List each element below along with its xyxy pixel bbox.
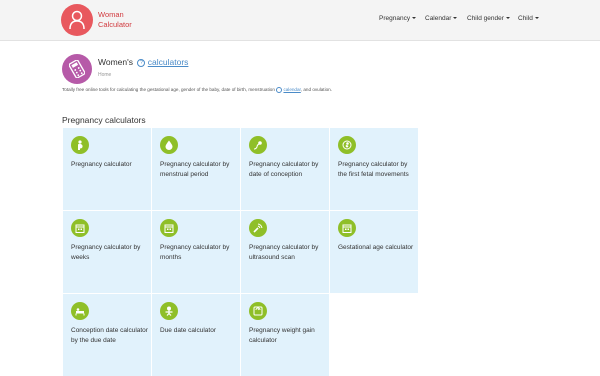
calendar-link[interactable]: calendar [283,87,300,92]
calculator-tile[interactable]: Pregnancy calculator by months [152,211,240,293]
tile-label: Pregnancy weight gain calculator [249,327,315,344]
pregnant-icon [71,136,89,154]
calculator-tile[interactable]: Pregnancy calculator [63,128,151,210]
bed-icon [71,302,89,320]
calculator-tile[interactable]: Pregnancy calculator by menstrual period [152,128,240,210]
page-title-prefix: Women's [98,57,134,67]
tile-label: Pregnancy calculator by ultrasound scan [249,244,319,261]
nav-label: Calendar [425,15,452,22]
tile-label: Pregnancy calculator by menstrual period [160,161,230,178]
tile-label: Pregnancy calculator by the first fetal … [338,161,409,178]
tile-label: Due date calculator [160,327,217,334]
calculator-icon [62,54,92,84]
tile-label: Pregnancy calculator by date of concepti… [249,161,319,178]
description-text-1: Totally free online tools for calculatin… [62,87,275,93]
caret-down-icon [453,17,458,20]
nav-label: Child [518,15,533,22]
calendar-icon [160,219,178,237]
calculator-tile[interactable]: Pregnancy calculator by weeks [63,211,151,293]
tile-label: Pregnancy calculator by weeks [71,244,141,261]
caret-down-icon [505,17,510,20]
page-title: Women's ? calculators [98,57,188,67]
calculator-tile[interactable]: Conception date calculator by the due da… [63,294,151,376]
breadcrumb-home[interactable]: Home [98,72,111,78]
scale-icon [249,302,267,320]
breadcrumb[interactable]: Home [98,72,111,78]
brand-line-1: Woman [98,10,124,19]
fetus-icon [338,136,356,154]
nav-pregnancy[interactable]: Pregnancy [379,15,417,22]
caret-down-icon [412,17,417,20]
nav-child[interactable]: Child [518,15,539,22]
drop-icon [160,136,178,154]
brand-name[interactable]: Woman Calculator [98,10,132,30]
calendar-icon [338,219,356,237]
tile-label: Pregnancy calculator [71,161,132,168]
calculator-tile[interactable]: Gestational age calculator [330,211,418,293]
calculator-tile[interactable]: Pregnancy calculator by ultrasound scan [241,211,329,293]
nav-child-gender[interactable]: Child gender [467,15,510,22]
nav-label: Pregnancy [379,15,411,22]
logo-icon[interactable] [61,4,93,36]
top-navbar: Woman Calculator Pregnancy Calendar Chil… [0,0,600,41]
tile-label: Pregnancy calculator by months [160,244,230,261]
calculator-tile[interactable]: Pregnancy calculator by the first fetal … [330,128,418,210]
brand-line-2: Calculator [98,20,132,29]
section-title: Pregnancy calculators [62,115,146,125]
calculator-tile[interactable]: Due date calculator [152,294,240,376]
nav-calendar[interactable]: Calendar [425,15,458,22]
info-icon [276,87,283,93]
page-description: Totally free online tools for calculatin… [62,87,332,93]
description-text-2: , and ovulation. [300,87,332,93]
tile-label: Gestational age calculator [338,244,414,251]
baby-icon [160,302,178,320]
calculator-tile[interactable]: Pregnancy calculator by date of concepti… [241,128,329,210]
calendar-icon [71,219,89,237]
tile-label: Conception date calculator by the due da… [71,327,148,344]
nav-label: Child gender [467,15,504,22]
caret-down-icon [534,17,539,20]
calculators-link[interactable]: calculators [148,57,189,67]
sperm-icon [249,136,267,154]
calculator-tile[interactable]: Pregnancy weight gain calculator [241,294,329,376]
ultrasound-icon [249,219,267,237]
info-icon: ? [137,58,146,67]
